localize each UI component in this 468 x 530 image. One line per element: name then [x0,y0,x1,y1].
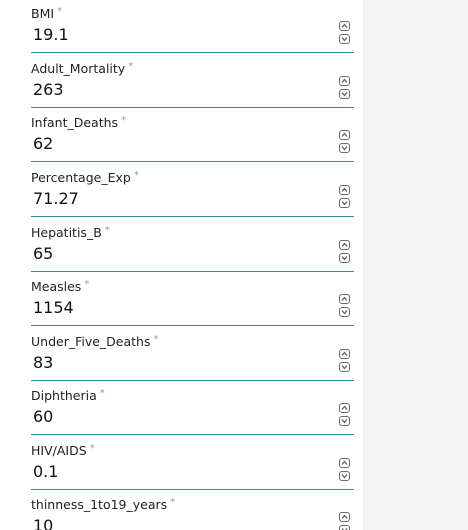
measles-input[interactable] [31,297,333,319]
number-spinner [339,458,352,484]
measles-label: Measles [31,279,82,294]
required-marker: * [121,115,127,126]
bmi-input[interactable] [31,24,333,46]
hiv-aids-input[interactable] [31,461,333,483]
chevron-down-icon[interactable] [339,525,350,530]
required-marker: * [153,334,159,345]
number-spinner [339,403,352,429]
chevron-up-icon[interactable] [339,21,350,31]
hepatitis-b-input[interactable] [31,243,333,265]
field-underline [31,271,354,272]
required-marker: * [84,279,90,290]
number-spinner [339,185,352,211]
chevron-down-icon[interactable] [339,89,350,99]
bmi-field: BMI * [31,6,354,56]
number-spinner [339,130,352,156]
diphtheria-label: Diphtheria [31,388,97,403]
hiv-aids-field: HIV/AIDS * [31,443,354,493]
field-underline [31,434,354,435]
number-spinner [339,76,352,102]
diphtheria-input[interactable] [31,406,333,428]
chevron-up-icon[interactable] [339,294,350,304]
hepatitis-b-field: Hepatitis_B * [31,225,354,275]
number-spinner [339,349,352,375]
chevron-down-icon[interactable] [339,471,350,481]
required-marker: * [104,225,110,236]
chevron-up-icon[interactable] [339,349,350,359]
chevron-up-icon[interactable] [339,185,350,195]
chevron-down-icon[interactable] [339,362,350,372]
chevron-up-icon[interactable] [339,458,350,468]
chevron-up-icon[interactable] [339,512,350,522]
number-spinner [339,240,352,266]
number-spinner [339,512,352,530]
field-underline [31,161,354,162]
field-underline [31,216,354,217]
thinness-1to19-years-field: thinness_1to19_years * [31,497,354,530]
required-marker: * [89,443,95,454]
number-spinner [339,21,352,47]
required-marker: * [57,6,63,17]
percentage-exp-label: Percentage_Exp [31,170,131,185]
chevron-up-icon[interactable] [339,403,350,413]
under-five-deaths-field: Under_Five_Deaths * [31,334,354,384]
hepatitis-b-label: Hepatitis_B [31,225,102,240]
chevron-down-icon[interactable] [339,143,350,153]
percentage-exp-input[interactable] [31,188,333,210]
hiv-aids-label: HIV/AIDS [31,443,87,458]
infant-deaths-label: Infant_Deaths [31,115,119,130]
under-five-deaths-label: Under_Five_Deaths [31,334,151,349]
required-marker: * [133,170,139,181]
field-underline [31,380,354,381]
infant-deaths-field: Infant_Deaths * [31,115,354,165]
number-spinner [339,294,352,320]
chevron-down-icon[interactable] [339,198,350,208]
chevron-down-icon[interactable] [339,416,350,426]
diphtheria-field: Diphtheria * [31,388,354,438]
required-marker: * [128,61,134,72]
percentage-exp-field: Percentage_Exp * [31,170,354,220]
required-marker: * [170,497,176,508]
measles-field: Measles * [31,279,354,329]
thinness-1to19-years-label: thinness_1to19_years [31,497,168,512]
field-underline [31,325,354,326]
field-underline [31,489,354,490]
adult-mortality-input[interactable] [31,79,333,101]
chevron-down-icon[interactable] [339,34,350,44]
chevron-up-icon[interactable] [339,76,350,86]
required-marker: * [99,388,105,399]
chevron-down-icon[interactable] [339,253,350,263]
under-five-deaths-input[interactable] [31,352,333,374]
field-underline [31,52,354,53]
chevron-down-icon[interactable] [339,307,350,317]
infant-deaths-input[interactable] [31,133,333,155]
thinness-1to19-years-input[interactable] [31,515,333,530]
bmi-label: BMI [31,6,55,21]
adult-mortality-label: Adult_Mortality [31,61,126,76]
chevron-up-icon[interactable] [339,240,350,250]
field-underline [31,107,354,108]
adult-mortality-field: Adult_Mortality * [31,61,354,111]
chevron-up-icon[interactable] [339,130,350,140]
form-panel: BMI* Adult_Mortality* Infant_Deaths* Per… [0,0,363,530]
